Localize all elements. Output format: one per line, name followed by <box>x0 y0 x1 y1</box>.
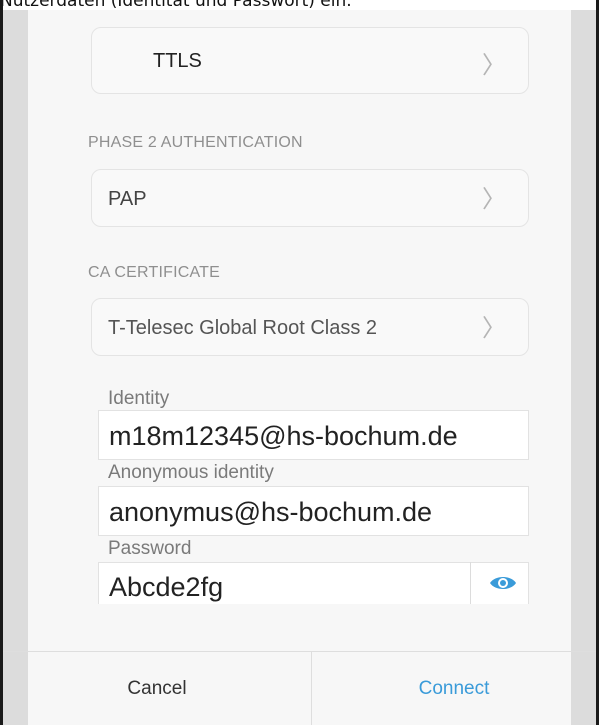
phase2-value: PAP <box>108 188 147 210</box>
identity-label: Identity <box>108 388 170 409</box>
scroll-fade <box>64 604 534 652</box>
phase2-select[interactable]: PAP 〉 <box>91 169 529 227</box>
backdrop-right <box>571 10 596 725</box>
connect-button[interactable]: Connect <box>312 652 596 725</box>
eye-icon[interactable] <box>488 572 518 594</box>
right-border <box>596 0 599 725</box>
chevron-right-icon: 〉 <box>482 185 506 213</box>
phase2-label: PHASE 2 AUTHENTICATION <box>88 134 303 151</box>
password-field[interactable]: Abcde2fg <box>98 562 529 610</box>
cancel-button[interactable]: Cancel <box>3 652 311 725</box>
backdrop-left <box>3 10 28 725</box>
anonymous-identity-value: anonymus@hs-bochum.de <box>109 497 433 527</box>
ca-certificate-select[interactable]: T-Telesec Global Root Class 2 〉 <box>91 298 529 356</box>
chevron-right-icon: 〉 <box>482 314 506 342</box>
password-divider <box>470 562 471 604</box>
identity-field[interactable]: m18m12345@hs-bochum.de <box>98 410 529 460</box>
eap-method-select[interactable]: TTLS 〉 <box>91 27 529 94</box>
identity-value: m18m12345@hs-bochum.de <box>109 421 458 451</box>
password-label: Password <box>108 538 192 559</box>
ca-certificate-value: T-Telesec Global Root Class 2 <box>108 317 378 339</box>
anonymous-identity-label: Anonymous identity <box>108 462 274 483</box>
eap-method-value: TTLS <box>153 50 202 72</box>
ca-certificate-label: CA CERTIFICATE <box>88 264 221 281</box>
anonymous-identity-field[interactable]: anonymus@hs-bochum.de <box>98 486 529 536</box>
chevron-right-icon: 〉 <box>482 51 506 79</box>
